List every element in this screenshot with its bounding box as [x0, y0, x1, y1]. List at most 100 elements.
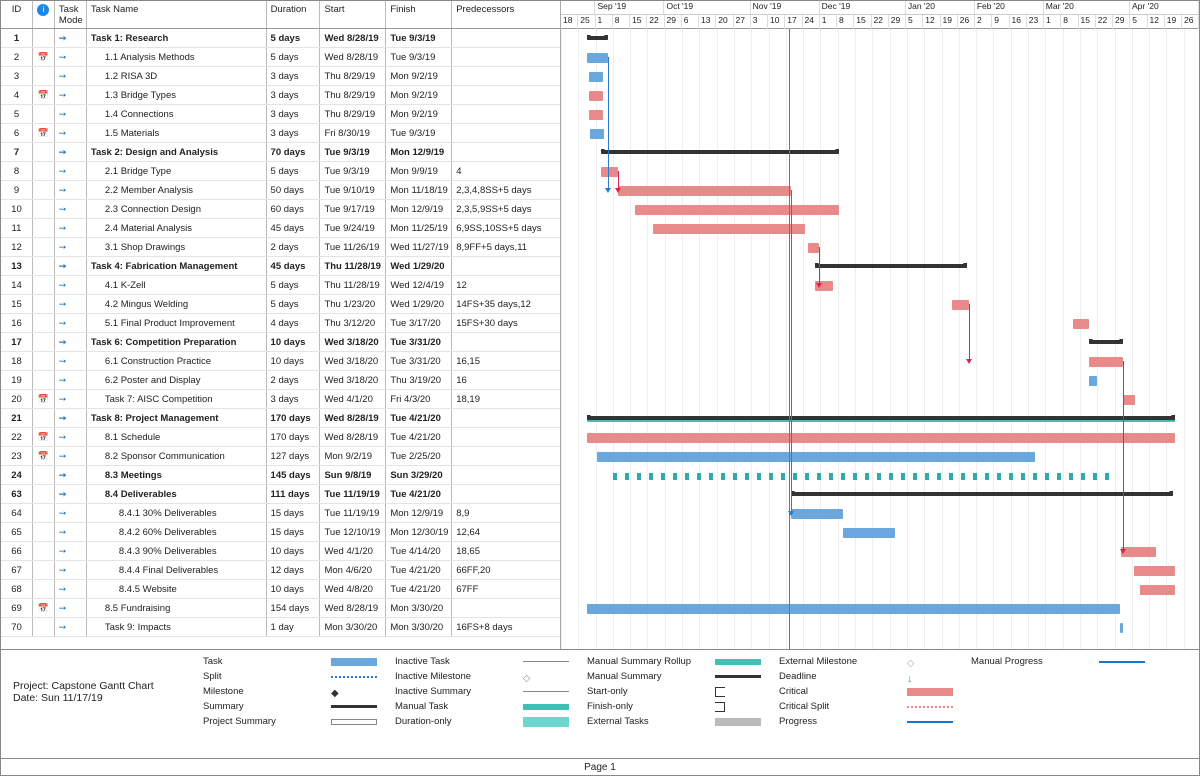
legend-label: External Milestone [779, 656, 899, 667]
table-row[interactable]: 92.2 Member Analysis50 daysTue 9/10/19Mo… [1, 181, 560, 200]
cell-id: 24 [1, 466, 33, 484]
table-row[interactable]: 1Task 1: Research5 daysWed 8/28/19Tue 9/… [1, 29, 560, 48]
cell-start: Thu 11/28/19 [320, 276, 386, 294]
table-row[interactable]: 658.4.2 60% Deliverables15 daysTue 12/10… [1, 523, 560, 542]
table-row[interactable]: 144.1 K-Zell5 daysThu 11/28/19Wed 12/4/1… [1, 276, 560, 295]
auto-schedule-icon [59, 242, 67, 253]
table-row[interactable]: 648.4.1 30% Deliverables15 daysTue 11/19… [1, 504, 560, 523]
cell-start: Thu 8/29/19 [320, 105, 386, 123]
gantt-bar[interactable] [843, 528, 895, 538]
gantt-bar[interactable] [808, 243, 818, 253]
table-row[interactable]: 102.3 Connection Design60 daysTue 9/17/1… [1, 200, 560, 219]
table-row[interactable]: 82.1 Bridge Type5 daysTue 9/3/19Mon 9/9/… [1, 162, 560, 181]
cell-id: 13 [1, 257, 33, 275]
gantt-bar[interactable] [589, 110, 603, 120]
gantt-row [561, 314, 1199, 333]
auto-schedule-icon [59, 622, 67, 633]
gantt-bar[interactable] [791, 509, 843, 519]
cell-mode [55, 390, 87, 408]
legend-item: Critical [779, 686, 953, 697]
gantt-bar[interactable] [618, 186, 791, 196]
table-row[interactable]: 186.1 Construction Practice10 daysWed 3/… [1, 352, 560, 371]
cell-id: 17 [1, 333, 33, 351]
cell-pred [452, 257, 560, 275]
auto-schedule-icon [59, 280, 67, 291]
gantt-bar[interactable] [590, 129, 604, 139]
table-row[interactable]: 31.2 RISA 3D3 daysThu 8/29/19Mon 9/2/19 [1, 67, 560, 86]
table-row[interactable]: 228.1 Schedule170 daysWed 8/28/19Tue 4/2… [1, 428, 560, 447]
table-row[interactable]: 248.3 Meetings145 daysSun 9/8/19Sun 3/29… [1, 466, 560, 485]
cell-info [33, 428, 55, 446]
cell-pred [452, 333, 560, 351]
gantt-bar[interactable] [601, 150, 840, 154]
table-row[interactable]: 17Task 6: Competition Preparation10 days… [1, 333, 560, 352]
gantt-bar[interactable] [952, 300, 969, 310]
gantt-bar[interactable] [1120, 623, 1123, 633]
table-row[interactable]: 688.4.5 Website10 daysWed 4/8/20Tue 4/21… [1, 580, 560, 599]
table-row[interactable]: 7Task 2: Design and Analysis70 daysTue 9… [1, 143, 560, 162]
gantt-bar[interactable] [1123, 395, 1135, 405]
table-row[interactable]: 154.2 Mingus Welding5 daysThu 1/23/20Wed… [1, 295, 560, 314]
table-row[interactable]: 668.4.3 90% Deliverables10 daysWed 4/1/2… [1, 542, 560, 561]
gantt-bar[interactable] [815, 264, 967, 268]
gantt-bar[interactable] [587, 604, 1120, 614]
table-row[interactable]: 196.2 Poster and Display2 daysWed 3/18/2… [1, 371, 560, 390]
cell-info [33, 314, 55, 332]
table-row[interactable]: 678.4.4 Final Deliverables12 daysMon 4/6… [1, 561, 560, 580]
table-row[interactable]: 698.5 Fundraising154 daysWed 8/28/19Mon … [1, 599, 560, 618]
gantt-bar[interactable] [587, 53, 608, 63]
table-row[interactable]: 61.5 Materials3 daysFri 8/30/19Tue 9/3/1… [1, 124, 560, 143]
cell-start: Thu 8/29/19 [320, 67, 386, 85]
gantt-bar[interactable] [589, 72, 603, 82]
auto-schedule-icon [59, 318, 67, 329]
cell-start: Wed 4/8/20 [320, 580, 386, 598]
gantt-bar[interactable] [635, 205, 839, 215]
gantt-bar[interactable] [587, 416, 1175, 420]
gantt-row [561, 276, 1199, 295]
cell-id: 21 [1, 409, 33, 427]
table-row[interactable]: 123.1 Shop Drawings2 daysTue 11/26/19Wed… [1, 238, 560, 257]
gantt-bar[interactable] [1089, 357, 1124, 367]
gantt-bar[interactable] [1089, 340, 1124, 344]
table-row[interactable]: 51.4 Connections3 daysThu 8/29/19Mon 9/2… [1, 105, 560, 124]
auto-schedule-icon [59, 489, 67, 500]
table-row[interactable]: 112.4 Material Analysis45 daysTue 9/24/1… [1, 219, 560, 238]
cell-info [33, 599, 55, 617]
gantt-bar[interactable] [601, 167, 618, 177]
gantt-chart: Sep '19Oct '19Nov '19Dec '19Jan '20Feb '… [561, 1, 1199, 649]
gantt-bar[interactable] [1134, 566, 1176, 576]
table-row[interactable]: 13Task 4: Fabrication Management45 daysT… [1, 257, 560, 276]
gantt-bar[interactable] [587, 433, 1175, 443]
cell-name: 2.4 Material Analysis [87, 219, 267, 237]
cell-pred: 15FS+30 days [452, 314, 560, 332]
gantt-bar[interactable] [587, 36, 608, 40]
timeline-week: 19 [1165, 15, 1182, 29]
gantt-bar[interactable] [653, 224, 805, 234]
table-row[interactable]: 70Task 9: Impacts1 dayMon 3/30/20Mon 3/3… [1, 618, 560, 637]
gantt-bar[interactable] [1140, 585, 1175, 595]
gantt-bar[interactable] [597, 452, 1035, 462]
cell-duration: 5 days [267, 162, 321, 180]
cell-name: 8.3 Meetings [87, 466, 267, 484]
cell-info [33, 276, 55, 294]
table-row[interactable]: 638.4 Deliverables111 daysTue 11/19/19Tu… [1, 485, 560, 504]
table-row[interactable]: 21Task 8: Project Management170 daysWed … [1, 409, 560, 428]
legend-item: Milestone [203, 686, 377, 697]
gantt-bar[interactable] [1089, 376, 1098, 386]
cell-finish: Tue 4/21/20 [386, 409, 452, 427]
gantt-bar[interactable] [589, 91, 603, 101]
gantt-bar[interactable] [1073, 319, 1089, 329]
cell-duration: 5 days [267, 295, 321, 313]
table-row[interactable]: 41.3 Bridge Types3 daysThu 8/29/19Mon 9/… [1, 86, 560, 105]
cell-mode [55, 580, 87, 598]
legend-item: Duration-only [395, 716, 569, 727]
cell-name: 5.1 Final Product Improvement [87, 314, 267, 332]
timeline-week: 29 [1113, 15, 1130, 29]
table-row[interactable]: 165.1 Final Product Improvement4 daysThu… [1, 314, 560, 333]
table-row[interactable]: 238.2 Sponsor Communication127 daysMon 9… [1, 447, 560, 466]
table-row[interactable]: 21.1 Analysis Methods5 daysWed 8/28/19Tu… [1, 48, 560, 67]
gantt-bar[interactable] [791, 492, 1173, 496]
table-row[interactable]: 20Task 7: AISC Competition3 daysWed 4/1/… [1, 390, 560, 409]
gantt-bar[interactable] [1121, 547, 1156, 557]
col-header-id: ID [1, 1, 33, 28]
